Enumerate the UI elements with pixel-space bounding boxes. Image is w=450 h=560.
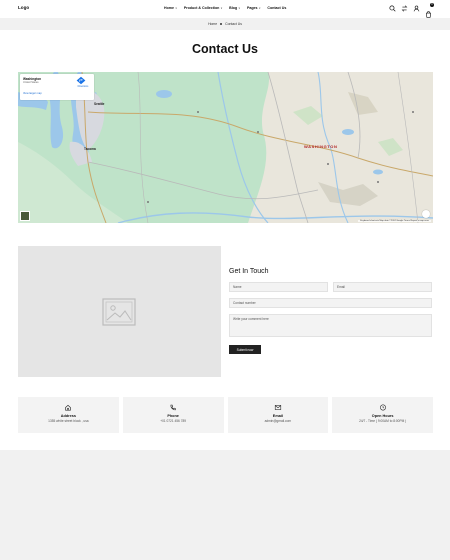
breadcrumb-separator	[220, 23, 223, 25]
card-value: 1355 white street block , usa	[48, 419, 89, 423]
search-icon[interactable]	[389, 5, 396, 12]
contact-image-placeholder	[18, 246, 221, 377]
directions-icon[interactable]	[76, 76, 86, 85]
map-city-label: Seattle	[94, 102, 105, 106]
google-map[interactable]: Seattle Tacoma WASHINGTON Washington Uni…	[18, 72, 433, 223]
card-title: Address	[60, 414, 76, 418]
submit-button[interactable]: Submit now	[229, 345, 261, 354]
footer-area	[0, 450, 450, 560]
cart-button[interactable]: 0	[425, 3, 434, 18]
card-title: Phone	[167, 414, 179, 418]
map-attribution: Keyboard shortcuts Map data ©2024 Google…	[358, 220, 431, 222]
home-icon	[65, 404, 72, 411]
breadcrumb-current: Contact Us	[225, 22, 242, 26]
breadcrumb-home[interactable]: Home	[208, 22, 217, 26]
email-field[interactable]: Email	[333, 282, 432, 292]
site-header: Logo Home ▾ Product & Collection ▾ Blog …	[0, 0, 450, 18]
chevron-down-icon: ▾	[238, 6, 240, 10]
mail-icon	[274, 405, 281, 410]
site-logo[interactable]: Logo	[18, 5, 29, 10]
nav-item-pages[interactable]: Pages ▾	[247, 6, 260, 10]
nav-label: Contact Us	[267, 6, 287, 10]
map-city-label: Tacoma	[84, 147, 96, 151]
compare-icon[interactable]	[401, 5, 408, 12]
image-placeholder-icon	[102, 298, 136, 326]
cart-icon	[426, 11, 431, 18]
name-field[interactable]: Name	[229, 282, 328, 292]
card-title: Open Hours	[371, 414, 394, 418]
header-icons: 0	[389, 3, 434, 18]
cart-count-badge: 0	[430, 3, 434, 7]
card-title: Email	[272, 414, 283, 418]
map-satellite-toggle[interactable]	[20, 211, 30, 221]
contact-info-cards: Address 1355 white street block , usa Ph…	[18, 397, 433, 433]
nav-label: Pages	[246, 6, 258, 10]
map-fullscreen-button[interactable]	[422, 210, 430, 218]
clock-icon	[379, 404, 386, 411]
nav-item-product-collection[interactable]: Product & Collection ▾	[184, 6, 222, 10]
view-larger-map-link[interactable]: View larger map	[23, 92, 42, 95]
nav-item-contact[interactable]: Contact Us	[267, 6, 286, 10]
map-place-subtitle: United States	[23, 81, 39, 84]
contact-number-field[interactable]: Contact number	[229, 298, 432, 308]
open-hours-card: Open Hours 24/7 - Time ( 9:00AM to 8:00P…	[332, 397, 433, 433]
map-state-label: WASHINGTON	[304, 144, 338, 149]
chevron-down-icon: ▾	[259, 6, 261, 10]
breadcrumb: Home Contact Us	[0, 18, 450, 30]
main-nav: Home ▾ Product & Collection ▾ Blog ▾ Pag…	[164, 6, 286, 10]
comment-textarea[interactable]: Write your comment here	[229, 314, 432, 337]
card-value: +01 0721 456 789	[160, 419, 187, 423]
nav-label: Blog	[229, 6, 238, 10]
account-icon[interactable]	[413, 5, 420, 12]
phone-card: Phone +01 0721 456 789	[122, 397, 224, 433]
nav-label: Home	[164, 6, 174, 10]
chevron-down-icon: ▾	[175, 6, 177, 10]
nav-item-home[interactable]: Home ▾	[164, 6, 177, 10]
nav-item-blog[interactable]: Blog ▾	[229, 6, 240, 10]
card-value: 24/7 - Time ( 9:00AM to 8:00PM )	[359, 419, 407, 423]
map-place-card: Washington United States View larger map…	[20, 74, 94, 100]
card-value: admin@gmail.com	[264, 419, 292, 423]
chevron-down-icon: ▾	[220, 6, 223, 10]
phone-icon	[170, 404, 176, 411]
nav-label: Product & Collection	[183, 6, 220, 10]
email-card: Email admin@gmail.com	[227, 397, 329, 433]
address-card: Address 1355 white street block , usa	[18, 397, 119, 433]
page-title: Contact Us	[192, 42, 258, 56]
directions-label[interactable]: Directions	[72, 85, 94, 88]
form-title: Get In Touch	[229, 268, 269, 275]
page: Logo Home ▾ Product & Collection ▾ Blog …	[0, 0, 450, 450]
